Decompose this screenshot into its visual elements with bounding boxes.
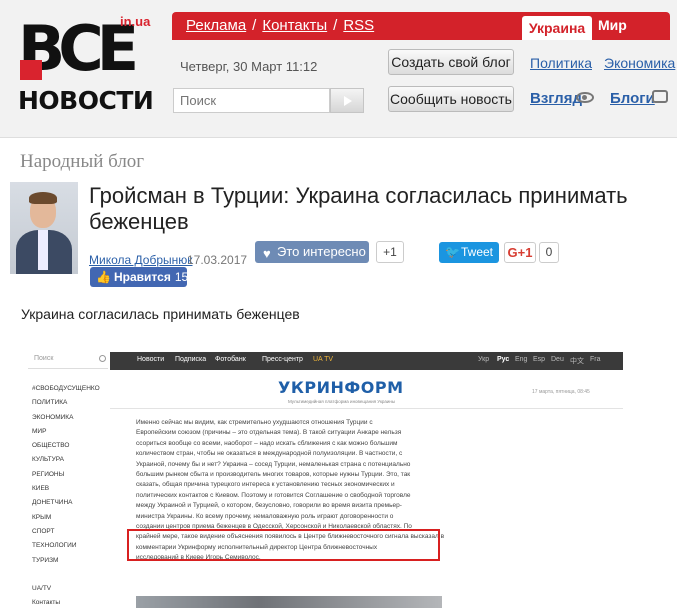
- embedded-lang: Eng: [515, 356, 528, 363]
- nav-economy-link[interactable]: Экономика: [604, 55, 675, 71]
- embedded-search-placeholder: Поиск: [34, 355, 54, 362]
- embedded-sidebar-item: Контакты: [32, 599, 61, 607]
- logo-sub-text: НОВОСТИ: [18, 86, 154, 115]
- embedded-text-line: между Украиной и Турцией, о котором, без…: [136, 502, 402, 510]
- embedded-search-field: Поиск: [28, 351, 108, 369]
- embedded-nav-item: UA TV: [313, 356, 334, 363]
- embedded-sidebar-item: ОБЩЕСТВО: [32, 442, 70, 450]
- magnifier-icon: [99, 355, 106, 362]
- search-submit-button[interactable]: [330, 88, 364, 113]
- contacts-link[interactable]: Контакты: [262, 17, 327, 34]
- rss-link[interactable]: RSS: [343, 17, 374, 34]
- embedded-sidebar-item: #СВОБОДУСУЩЕНКО: [32, 385, 100, 392]
- chat-bubble-icon: [652, 90, 668, 103]
- embedded-text-line: Европейским союзом (причины – это отдель…: [136, 429, 402, 437]
- nav-opinion-link[interactable]: Взгляд: [530, 90, 582, 107]
- create-blog-button[interactable]: Создать свой блог: [388, 49, 514, 75]
- interesting-label: Это интересно: [277, 244, 366, 259]
- nav-politics-link[interactable]: Политика: [530, 55, 592, 71]
- nav-blogs-link[interactable]: Блоги: [610, 90, 655, 107]
- embedded-sidebar-item: КРЫМ: [32, 513, 52, 521]
- embedded-sidebar-item: ПОЛИТИКА: [32, 399, 68, 407]
- thumbs-up-icon: 👍: [96, 270, 111, 284]
- embedded-photo-strip: [136, 596, 442, 608]
- fb-like-count: 15: [174, 270, 189, 284]
- embedded-sidebar: #СВОБОДУСУЩЕНКО ПОЛИТИКА ЭКОНОМИКА МИР О…: [32, 382, 100, 608]
- top-red-bar: Реклама / Контакты / RSS Украина Мир: [172, 12, 670, 40]
- embedded-sidebar-item: ЭКОНОМИКА: [32, 413, 74, 421]
- embedded-sidebar-item: СПОРТ: [32, 527, 55, 535]
- embedded-sidebar-item: ДОНЕТЧИНА: [32, 499, 73, 507]
- embedded-highlight-box: [127, 529, 440, 561]
- link-separator: /: [333, 17, 338, 34]
- embedded-text-line: количеством стран, чтобы не оказаться в …: [136, 450, 403, 458]
- embedded-sidebar-item: РЕГИОНЫ: [32, 470, 65, 478]
- search-input[interactable]: [173, 88, 330, 113]
- embedded-lang: Fra: [590, 356, 601, 363]
- embedded-lang: 中文: [570, 358, 584, 365]
- embedded-site-logo: УКРИНФОРМ: [278, 378, 404, 397]
- author-avatar[interactable]: [10, 182, 78, 274]
- embedded-sidebar-item: ТЕХНОЛОГИИ: [32, 542, 77, 550]
- current-date: Четверг, 30 Март 11:12: [180, 59, 318, 74]
- logo-red-block: [20, 60, 42, 80]
- embedded-nav-item: Пресс-центр: [262, 356, 303, 363]
- gplus-count: 0: [539, 242, 559, 263]
- embedded-nav-bar: Новости Подписка Фотобанк Пресс-центр UA…: [110, 352, 623, 370]
- embedded-sidebar-item: КУЛЬТУРА: [32, 456, 64, 464]
- embedded-lang: Esp: [533, 356, 546, 363]
- embedded-lang-active: Рус: [497, 356, 510, 363]
- tweet-button[interactable]: 🐦 Tweet: [439, 242, 499, 263]
- embedded-lang: Deu: [551, 356, 564, 363]
- embedded-text-line: Украиной, почему бы и нет? Украина – сос…: [136, 460, 411, 468]
- logo-tld: in.ua: [120, 14, 151, 29]
- article-lead: Украина согласилась принимать беженцев: [21, 306, 300, 322]
- tab-ukraine[interactable]: Украина: [522, 16, 592, 40]
- embedded-text-line: сказать, общая причина турецкого интерес…: [136, 481, 395, 489]
- avatar-hair-shape: [29, 192, 57, 204]
- interesting-count: +1: [376, 241, 404, 263]
- avatar-shirt-shape: [38, 230, 48, 270]
- gplus-button[interactable]: G+1: [504, 242, 536, 263]
- embedded-text-line: министра Украины. Ко всему прочему, нема…: [136, 512, 394, 520]
- embedded-sidebar-item: ТУРИЗМ: [32, 556, 59, 564]
- embedded-logo-tagline: Мультимедийная платформа иновещания Укра…: [288, 399, 396, 404]
- tweet-label: Tweet: [461, 245, 494, 259]
- top-links: Реклама / Контакты / RSS: [186, 17, 374, 34]
- publish-date: 17.03.2017: [187, 253, 248, 267]
- embedded-divider: [110, 408, 623, 409]
- heart-icon: ♥: [263, 246, 271, 261]
- embedded-date: 17 марта, пятница, 08:45: [532, 389, 590, 395]
- embedded-sidebar-item: UA/TV: [32, 585, 52, 593]
- link-separator: /: [252, 17, 257, 34]
- fb-like-label: Нравится: [114, 270, 171, 284]
- embedded-nav-item: Новости: [137, 356, 165, 363]
- embedded-text-line: большим рынком сбыта и производитель мно…: [136, 471, 411, 479]
- section-title: Народный блог: [20, 151, 145, 172]
- embedded-sidebar-item: МИР: [32, 427, 47, 435]
- embedded-sidebar-spacer: [32, 568, 100, 582]
- site-logo[interactable]: ВСЕ in.ua НОВОСТИ: [16, 12, 166, 116]
- ads-link[interactable]: Реклама: [186, 17, 246, 34]
- embedded-text-line: ссориться вообще со всеми, наоборот – на…: [136, 439, 398, 447]
- facebook-like-button[interactable]: 👍 Нравится 15: [90, 267, 189, 287]
- embedded-text-line: политических контактов с Киевом. Поэтому…: [136, 491, 411, 499]
- report-news-button[interactable]: Сообщить новость: [388, 86, 514, 112]
- twitter-bird-icon: 🐦: [445, 245, 460, 259]
- author-link[interactable]: Микола Добрынюк: [89, 253, 193, 267]
- embedded-nav-item: Подписка: [175, 356, 207, 363]
- eye-icon: [576, 92, 594, 103]
- tab-world[interactable]: Мир: [598, 17, 627, 33]
- embedded-nav-item: Фотобанк: [215, 356, 246, 363]
- interesting-button[interactable]: ♥ Это интересно: [255, 241, 369, 263]
- site-header: ВСЕ in.ua НОВОСТИ Реклама / Контакты / RSS У…: [0, 0, 677, 138]
- embedded-sidebar-item: КИЕВ: [32, 485, 50, 493]
- embedded-text-line: Именно сейчас мы видим, как стремительно…: [136, 419, 373, 426]
- article-title: Гройсман в Турции: Украина согласилась п…: [89, 183, 628, 234]
- embedded-lang: Укр: [478, 356, 490, 363]
- embedded-article-screenshot: Поиск #СВОБОДУСУЩЕНКО ПОЛИТИКА ЭКОНОМИКА…: [24, 346, 627, 608]
